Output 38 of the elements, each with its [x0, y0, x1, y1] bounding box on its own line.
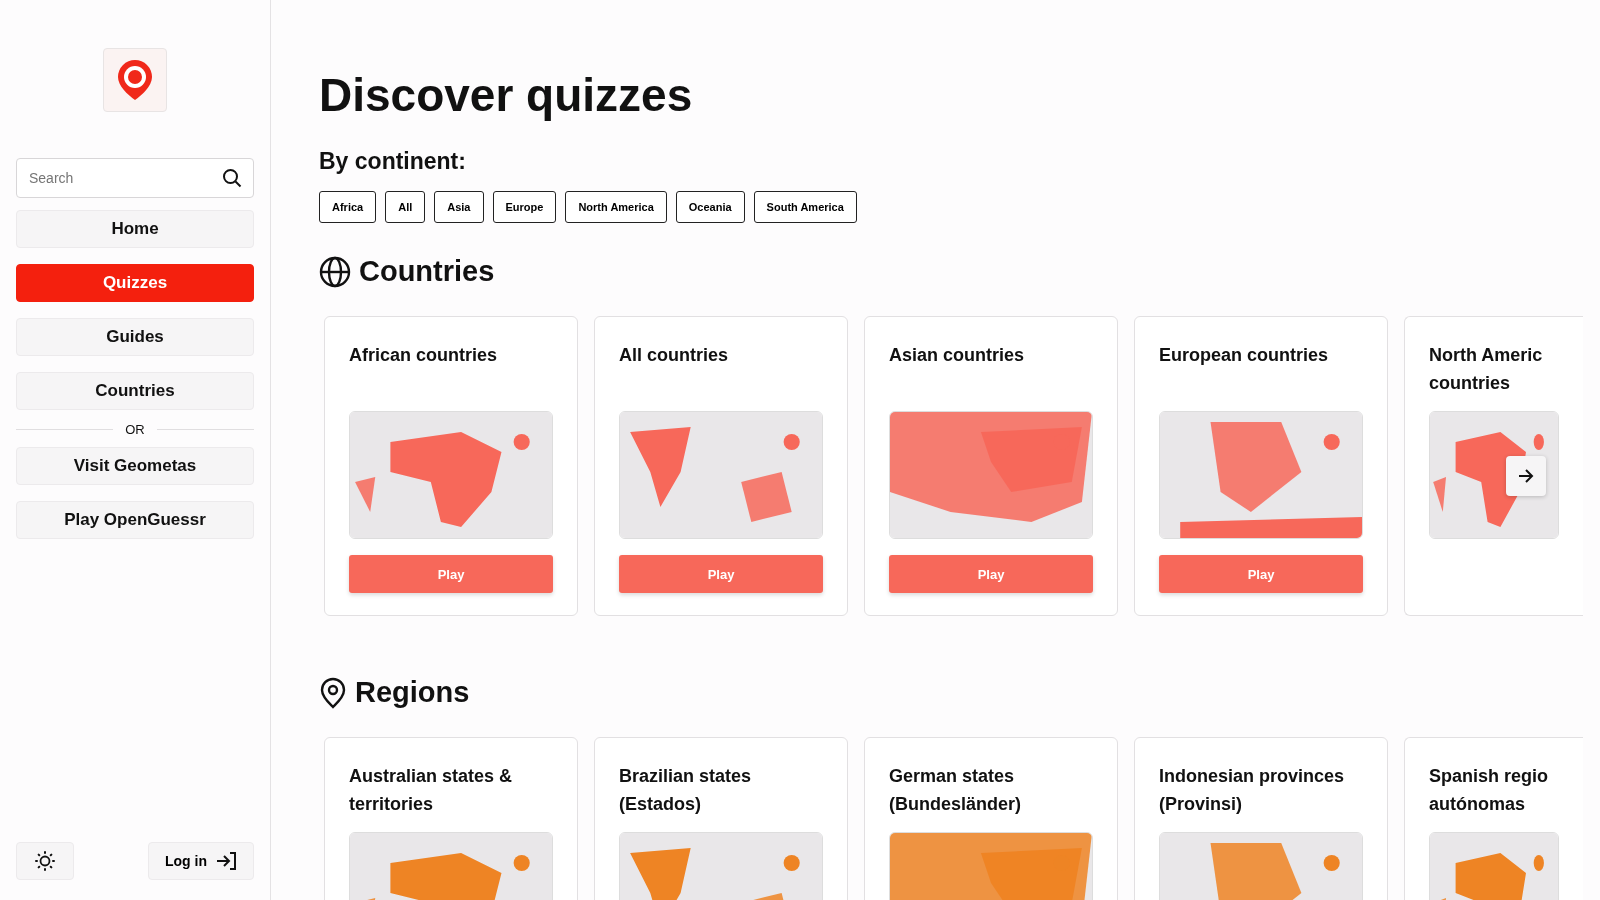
card-title: European countries — [1159, 344, 1330, 367]
card-title: Australian states & territories — [349, 765, 514, 816]
card-title: African countries — [349, 344, 499, 367]
login-icon — [215, 851, 237, 871]
logo-icon[interactable] — [103, 48, 167, 112]
next-arrow-button[interactable] — [1506, 456, 1546, 496]
card-title: German states (Bundesländer) — [889, 765, 1022, 816]
login-button[interactable]: Log in — [148, 842, 254, 880]
filter-chip[interactable]: North America — [565, 191, 667, 223]
theme-button[interactable] — [16, 842, 74, 880]
nav-button[interactable]: Guides — [16, 318, 254, 356]
card-title: Asian countries — [889, 344, 1026, 367]
nav-button[interactable]: Home — [16, 210, 254, 248]
filter-chip[interactable]: All — [385, 191, 426, 223]
card-title: All countries — [619, 344, 730, 367]
search-icon[interactable] — [222, 168, 242, 188]
sun-icon — [35, 851, 55, 871]
section-title: Regions — [355, 676, 470, 709]
nav-button[interactable]: Countries — [16, 372, 254, 410]
filter-chip[interactable]: South America — [753, 191, 857, 223]
separator-label: OR — [125, 422, 145, 437]
section-title: Countries — [359, 255, 495, 288]
filter-chip[interactable]: Asia — [434, 191, 484, 223]
link-button[interactable]: Visit Geometas — [16, 447, 254, 485]
card-title: Brazilian states (Estados) — [619, 765, 753, 816]
filter-chip[interactable]: Oceania — [675, 191, 745, 223]
card-title: Indonesian provinces (Provinsi) — [1159, 765, 1346, 816]
link-button[interactable]: Play OpenGuessr — [16, 501, 254, 539]
page-title: Discover quizzes — [319, 68, 694, 122]
filter-heading: By continent: — [319, 148, 467, 175]
globe-icon — [319, 255, 351, 288]
filter-chip[interactable]: Africa — [319, 191, 377, 223]
search-field[interactable]: Search — [16, 158, 254, 198]
location-pin-icon — [319, 676, 347, 709]
card-title: Spanish regio autónomas — [1429, 765, 1550, 816]
filter-chip[interactable]: Europe — [492, 191, 557, 223]
card-title: North Americ countries — [1429, 344, 1544, 395]
nav-button[interactable]: Quizzes — [16, 264, 254, 302]
